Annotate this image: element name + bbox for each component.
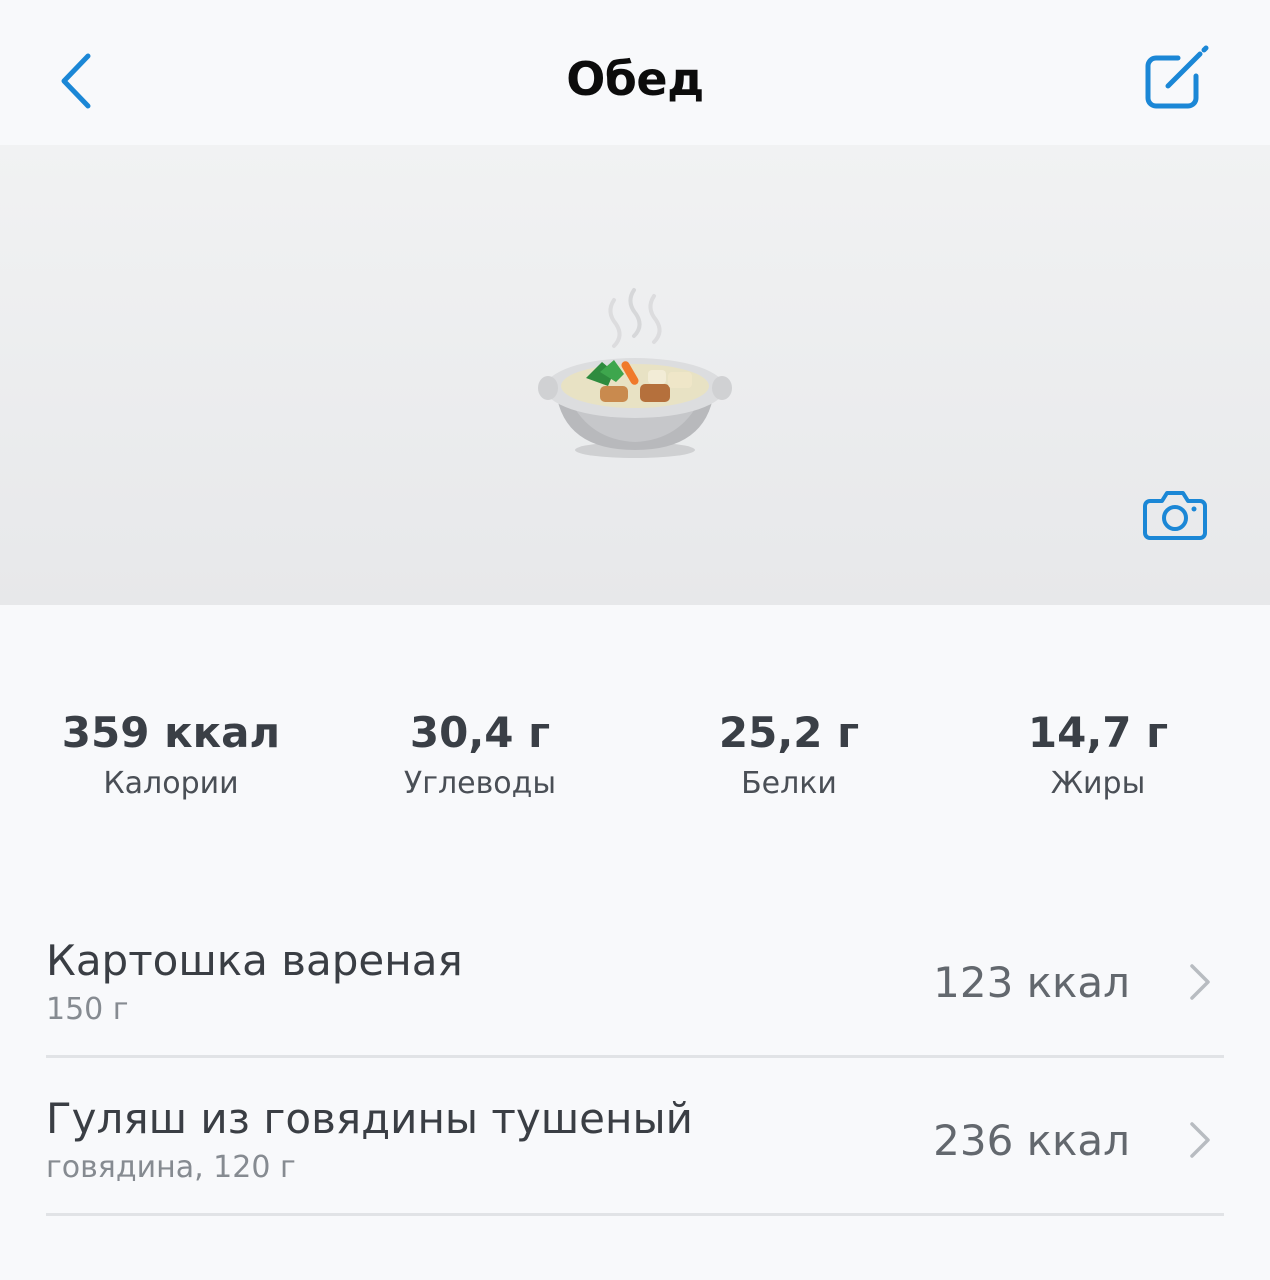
meal-screen: Обед 359 ккал Калории 30,4 г Углеводы 25… (0, 0, 1270, 1280)
carbs-value: 30,4 г (409, 708, 551, 757)
camera-icon (1143, 491, 1207, 540)
nutrition-summary: 359 ккал Калории 30,4 г Углеводы 25,2 г … (0, 700, 1270, 810)
calories-value: 359 ккал (61, 708, 281, 757)
camera-button[interactable] (1140, 487, 1210, 543)
protein-stat: 25,2 г Белки (639, 700, 939, 802)
food-list: Картошка вареная 150 г 123 ккал Гуляш из… (46, 918, 1224, 1216)
calories-stat: 359 ккал Калории (21, 700, 321, 802)
fat-value: 14,7 г (1027, 708, 1169, 757)
food-portion: говядина, 120 г (46, 1150, 296, 1185)
food-calories: 123 ккал (933, 958, 1130, 1007)
nav-bar: Обед (0, 0, 1270, 145)
food-portion: 150 г (46, 992, 129, 1027)
meal-photo (0, 145, 1270, 605)
list-item[interactable]: Картошка вареная 150 г 123 ккал (46, 918, 1224, 1058)
edit-icon (1145, 45, 1209, 109)
carbs-stat: 30,4 г Углеводы (330, 700, 630, 802)
food-name: Гуляш из говядины тушеный (46, 1094, 693, 1143)
edit-button[interactable] (1138, 44, 1214, 116)
food-calories: 236 ккал (933, 1116, 1130, 1165)
food-name: Картошка вареная (46, 936, 463, 985)
carbs-label: Углеводы (403, 766, 557, 801)
fat-stat: 14,7 г Жиры (948, 700, 1248, 802)
soup-pot-icon (538, 288, 732, 458)
protein-label: Белки (741, 766, 837, 801)
protein-value: 25,2 г (718, 708, 860, 757)
chevron-right-icon (1190, 964, 1210, 1000)
list-item[interactable]: Гуляш из говядины тушеный говядина, 120 … (46, 1058, 1224, 1216)
chevron-right-icon (1190, 1122, 1210, 1158)
page-title: Обед (566, 52, 704, 106)
calories-label: Калории (103, 766, 239, 801)
fat-label: Жиры (1050, 766, 1146, 801)
